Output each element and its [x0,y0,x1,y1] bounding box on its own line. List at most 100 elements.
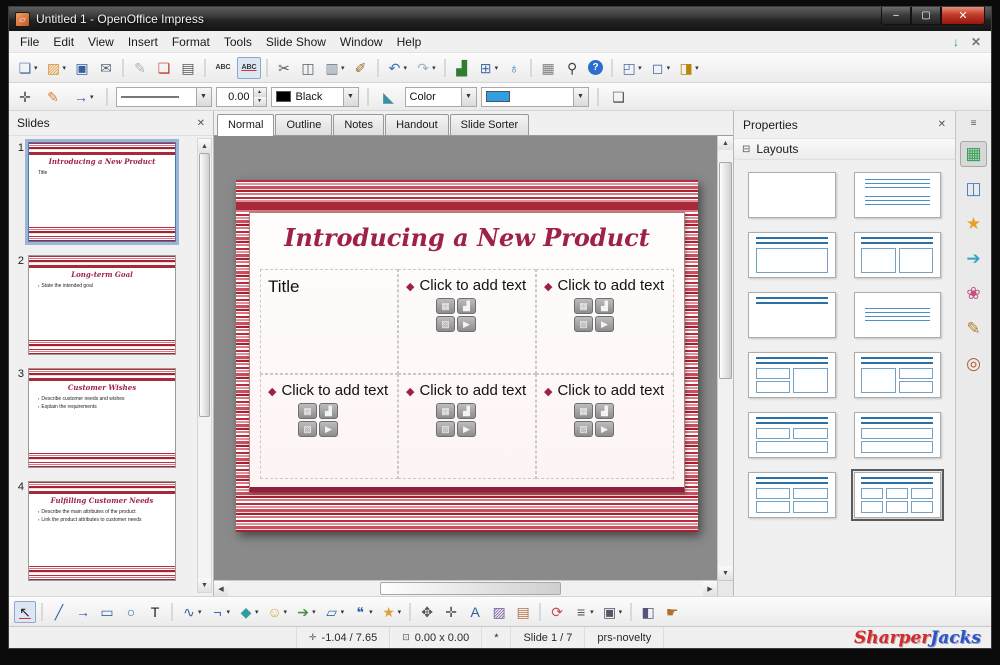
insert-image-icon[interactable]: ▨ [436,316,455,332]
layout-title-2content[interactable] [854,232,942,278]
menu-insert[interactable]: Insert [121,32,165,52]
object-size-field[interactable]: ⊡ 0.00 x 0.00 [390,627,482,648]
cursor-position-field[interactable]: ✛ -1.04 / 7.65 [297,627,390,648]
gallery-button[interactable]: ▤ ▾ [512,601,534,623]
cut-button[interactable]: ✂ ▾ [273,57,295,79]
spin-down-icon[interactable]: ▼ [254,97,266,106]
layouts-section-header[interactable]: ⊟ Layouts [734,138,955,160]
menu-view[interactable]: View [81,32,121,52]
dropdown-arrow-icon[interactable]: ▾ [638,64,642,72]
dropdown-arrow-icon[interactable]: ▾ [198,608,202,616]
spin-up-icon[interactable]: ▲ [254,88,266,97]
tab-slide-sorter[interactable]: Slide Sorter [450,114,529,135]
fill-color-select[interactable]: ▼ [481,87,589,107]
close-properties-icon[interactable]: ✕ [938,119,946,130]
menu-edit[interactable]: Edit [46,32,81,52]
styles-button[interactable]: ✎ [42,86,64,108]
slide-transition-icon[interactable]: ◫ [960,176,987,202]
layout-title-2content-over-content[interactable] [748,412,836,458]
arrow-style-button[interactable]: →▾ [70,86,97,108]
collapse-section-icon[interactable]: ⊟ [742,144,750,155]
dropdown-arrow-icon[interactable]: ▾ [312,608,316,616]
from-file-button[interactable]: ▨ ▾ [488,601,510,623]
undo-button[interactable]: ↶ ▾ [384,57,411,79]
dropdown-arrow-icon[interactable]: ▾ [63,64,67,72]
interaction-button[interactable]: ☛ ▾ [661,601,683,623]
scroll-left-icon[interactable]: ◀ [214,581,228,596]
layout-title-slide[interactable] [854,172,942,218]
fontwork-button[interactable]: A ▾ [464,601,486,623]
slides-panel-scrollbar[interactable]: ▲ ▼ [197,138,212,593]
vertical-scrollbar[interactable]: ▲ ▼ [717,136,733,580]
text-button[interactable]: T ▾ [144,601,166,623]
layout-title-2content-content[interactable] [748,352,836,398]
chart-button[interactable]: ▟ ▾ [451,57,473,79]
scroll-down-icon[interactable]: ▼ [198,578,211,592]
slide-editing-area[interactable]: Introducing a New Product Title ▦ ▟ ▨ ▶ [236,180,698,532]
line-button[interactable]: ╱ ▾ [48,601,70,623]
insert-image-icon[interactable]: ▨ [574,316,593,332]
dropdown-arrow-icon[interactable]: ▾ [369,608,373,616]
rectangle-button[interactable]: ▭ ▾ [96,601,118,623]
insert-table-icon[interactable]: ▦ [574,298,593,314]
scroll-right-icon[interactable]: ▶ [703,581,717,596]
display-mode-button[interactable]: ◰ ▾ [618,57,645,79]
gallery-icon[interactable]: ❀ [960,281,987,307]
fill-color-dropdown-icon[interactable]: ▼ [573,88,588,106]
color-bar-button[interactable]: ◨ ▾ [675,57,702,79]
callouts-button[interactable]: ❝ ▾ [349,601,376,623]
placeholder-cell[interactable]: ◆Click to add text ▦ ▟ ▨ ▶ [260,374,398,479]
save-button[interactable]: ▣ ▾ [71,57,93,79]
sidebar-menu-icon[interactable]: ≡ [960,116,987,131]
table-button[interactable]: ⊞ ▾ [475,57,502,79]
zoom-level-button[interactable]: ◻ ▾ [647,57,674,79]
insert-table-icon[interactable]: ▦ [574,403,593,419]
fill-type-dropdown-icon[interactable]: ▼ [461,88,476,106]
select-button[interactable]: ↖ ▾ [14,601,36,623]
update-available-icon[interactable]: ↓ [953,35,959,49]
symbol-shapes-button[interactable]: ☺ ▾ [264,601,291,623]
paste-button[interactable]: ▥ ▾ [321,57,348,79]
menu-tools[interactable]: Tools [217,32,259,52]
stars-button[interactable]: ★ ▾ [378,601,405,623]
tab-notes[interactable]: Notes [333,114,384,135]
scrollbar-track[interactable] [198,153,211,578]
slide-thumbnail[interactable]: Fulfilling Customer Needs ▪Describe the … [28,481,176,581]
menu-file[interactable]: File [13,32,46,52]
scrollbar-thumb[interactable] [199,153,210,417]
open-button[interactable]: ▨ ▾ [43,57,70,79]
template-name-field[interactable]: prs-novelty [585,627,664,648]
align-button[interactable]: ≡ ▾ [570,601,597,623]
arrow-button[interactable]: → ▾ [72,601,94,623]
copy-button[interactable]: ◫ ▾ [297,57,319,79]
flowchart-button[interactable]: ▱ ▾ [321,601,348,623]
dropdown-arrow-icon[interactable]: ▾ [341,64,345,72]
scrollbar-thumb[interactable] [719,162,732,378]
slide-thumbnail[interactable]: Introducing a New Product Title [28,142,176,242]
insert-table-icon[interactable]: ▦ [436,298,455,314]
custom-animation-icon[interactable]: ★ [960,211,987,237]
scrollbar-thumb[interactable] [380,582,561,595]
layout-title-content-2content[interactable] [854,352,942,398]
dropdown-arrow-icon[interactable]: ▾ [34,64,38,72]
tab-handout[interactable]: Handout [385,114,449,135]
help-button[interactable]: ? ▾ [585,58,606,77]
insert-chart-icon[interactable]: ▟ [595,298,614,314]
scroll-down-icon[interactable]: ▼ [718,566,733,580]
dropdown-arrow-icon[interactable]: ▾ [432,64,436,72]
layout-title-content-over-content[interactable] [854,412,942,458]
email-button[interactable]: ✉ ▾ [95,57,117,79]
layout-centered-text[interactable] [854,292,942,338]
edit-points-button[interactable]: ✥ ▾ [416,601,438,623]
dropdown-arrow-icon[interactable]: ▾ [667,64,671,72]
dropdown-arrow-icon[interactable]: ▾ [90,93,94,101]
navigator-icon[interactable]: ◎ [960,351,987,377]
slide-title[interactable]: Introducing a New Product [250,223,684,252]
placeholder-cell[interactable]: ◆Click to add text ▦ ▟ ▨ ▶ [398,269,536,374]
dropdown-arrow-icon[interactable]: ▾ [590,608,594,616]
insert-table-icon[interactable]: ▦ [298,403,317,419]
dropdown-arrow-icon[interactable]: ▾ [398,608,402,616]
edit-points-button[interactable]: ✛ [14,86,36,108]
export-pdf-button[interactable]: ❏ ▾ [153,57,175,79]
dropdown-arrow-icon[interactable]: ▾ [619,608,623,616]
